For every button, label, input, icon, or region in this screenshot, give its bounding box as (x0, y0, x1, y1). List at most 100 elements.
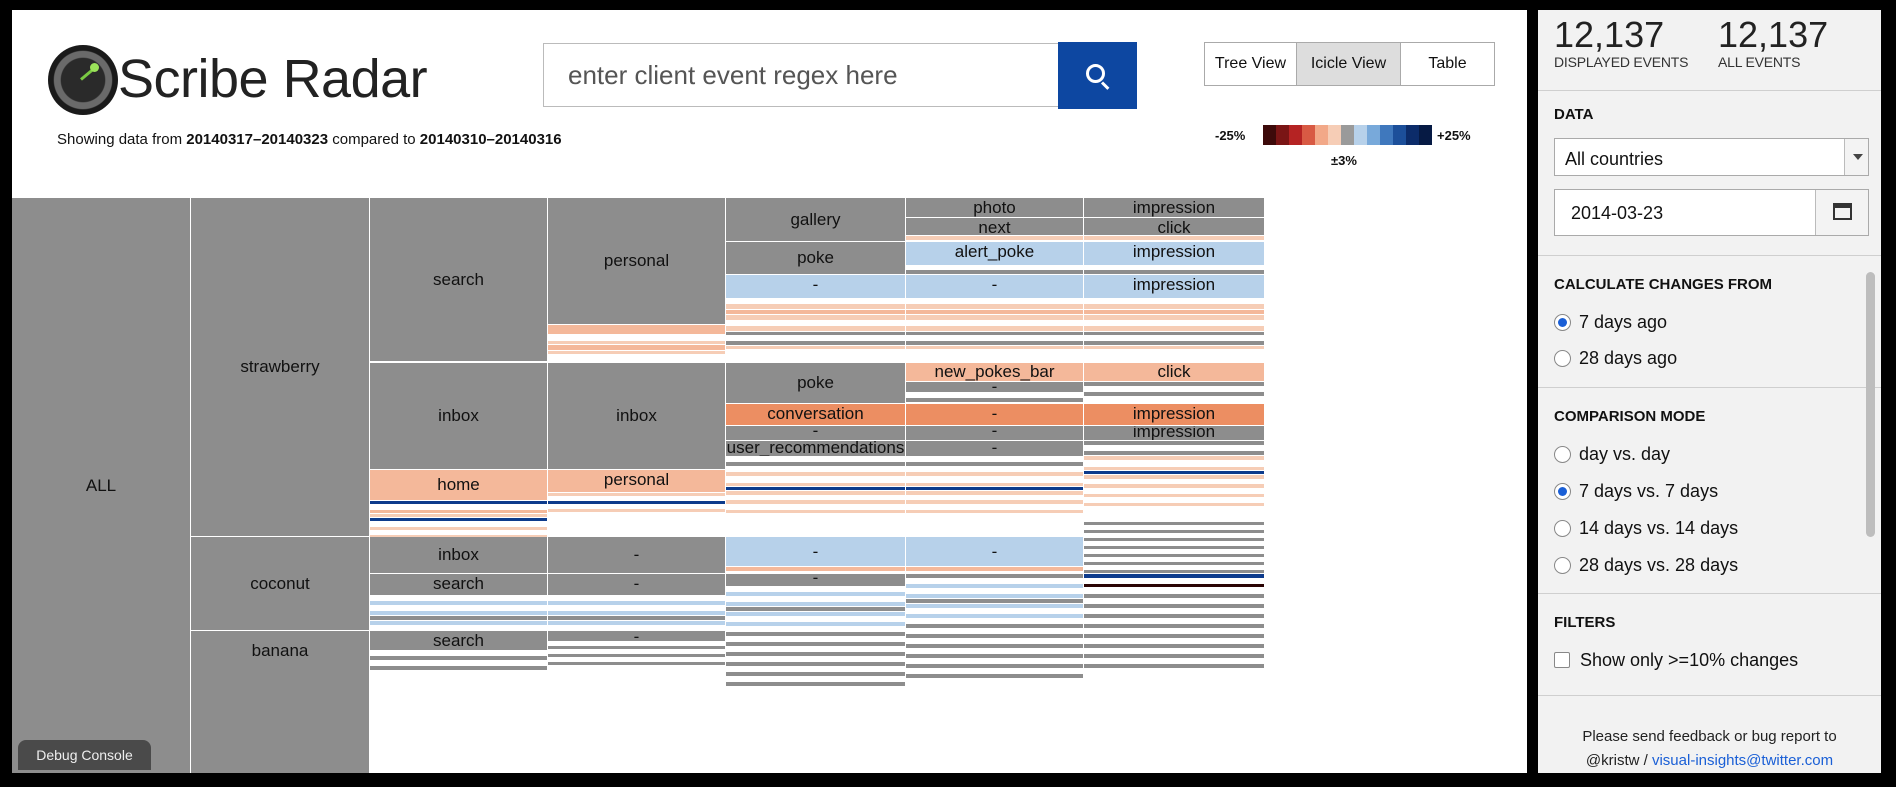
node-slice[interactable] (726, 677, 905, 681)
node-conversation[interactable]: conversation (726, 404, 905, 425)
node-slice[interactable] (906, 315, 1083, 320)
node-all[interactable]: ALL (12, 198, 190, 773)
node-slice[interactable] (726, 597, 905, 601)
node-slice[interactable] (906, 659, 1083, 663)
node-dash[interactable]: - (548, 537, 725, 573)
node-slice[interactable] (548, 493, 725, 496)
node-slice[interactable] (1084, 498, 1264, 502)
node-slice[interactable] (1084, 461, 1264, 466)
filter-10-percent-checkbox[interactable]: Show only >=10% changes (1554, 648, 1798, 672)
node-slice[interactable] (1084, 451, 1264, 455)
node-slice[interactable] (548, 642, 725, 645)
node-slice[interactable] (906, 487, 1083, 490)
node-slice[interactable] (1084, 584, 1264, 587)
checkbox-icon[interactable] (1554, 652, 1570, 668)
node-personal[interactable]: personal (548, 198, 725, 324)
node-slice[interactable] (1084, 341, 1264, 345)
node-slice[interactable] (548, 345, 725, 350)
node-slice[interactable] (726, 637, 905, 641)
node-search[interactable]: search (370, 631, 547, 650)
node-slice[interactable] (906, 579, 1083, 583)
node-slice[interactable] (726, 657, 905, 661)
node-slice[interactable] (726, 500, 905, 504)
node-gallery[interactable]: gallery (726, 198, 905, 241)
radio-icon[interactable] (1554, 519, 1571, 537)
node-slice[interactable] (726, 592, 905, 596)
node-slice[interactable] (370, 518, 547, 521)
node-slice[interactable] (906, 514, 1083, 518)
node-alert-poke[interactable]: alert_poke (906, 242, 1083, 265)
node-slice[interactable] (1084, 270, 1264, 274)
node-slice[interactable] (726, 321, 905, 325)
node-dash[interactable]: - (906, 426, 1083, 440)
node-impression[interactable]: impression (1084, 198, 1264, 217)
node-slice[interactable] (370, 621, 547, 625)
node-slice[interactable] (1084, 570, 1264, 573)
node-slice[interactable] (548, 662, 725, 665)
node-slice[interactable] (726, 462, 905, 466)
node-slice[interactable] (548, 325, 725, 334)
calendar-icon[interactable] (1815, 190, 1868, 235)
radio-icon[interactable] (1554, 445, 1571, 463)
node-inbox[interactable]: inbox (370, 537, 547, 573)
node-slice[interactable] (906, 674, 1083, 678)
node-slice[interactable] (906, 639, 1083, 643)
node-slice[interactable] (906, 510, 1083, 513)
node-slice[interactable] (726, 332, 905, 335)
node-slice[interactable] (548, 654, 725, 657)
node-dash[interactable]: - (906, 404, 1083, 425)
node-slice[interactable] (370, 606, 547, 610)
node-dash[interactable]: - (906, 275, 1083, 298)
node-slice[interactable] (1084, 579, 1264, 583)
node-slice[interactable] (726, 514, 905, 518)
node-poke[interactable]: poke (726, 242, 905, 274)
node-slice[interactable] (906, 266, 1083, 269)
node-slice[interactable] (906, 496, 1083, 499)
node-slice[interactable] (1084, 397, 1264, 401)
node-slice[interactable] (370, 514, 547, 517)
node-slice[interactable] (726, 652, 905, 656)
node-slice[interactable] (906, 457, 1083, 461)
node-slice[interactable] (726, 607, 905, 611)
node-slice[interactable] (1084, 441, 1264, 445)
node-slice[interactable] (548, 497, 725, 500)
node-slice[interactable] (1084, 659, 1264, 663)
node-slice[interactable] (370, 531, 547, 534)
node-slice[interactable] (370, 522, 547, 526)
node-slice[interactable] (906, 609, 1083, 613)
node-slice[interactable] (726, 341, 905, 345)
node-slice[interactable] (1084, 664, 1264, 668)
node-slice[interactable] (906, 500, 1083, 504)
node-slice[interactable] (906, 304, 1083, 309)
node-slice[interactable] (370, 616, 547, 620)
node-slice[interactable] (726, 617, 905, 621)
node-slice[interactable] (906, 644, 1083, 648)
icicle-view-button[interactable]: Icicle View (1297, 43, 1401, 85)
node-slice[interactable] (1084, 634, 1264, 638)
node-slice[interactable] (906, 604, 1083, 608)
node-slice[interactable] (1084, 336, 1264, 340)
node-slice[interactable] (1084, 304, 1264, 309)
node-impression[interactable]: impression (1084, 404, 1264, 425)
search-button[interactable] (1058, 42, 1137, 109)
node-slice[interactable] (726, 642, 905, 646)
node-slice[interactable] (906, 299, 1083, 303)
node-slice[interactable] (1084, 266, 1264, 269)
radio-icon[interactable] (1554, 556, 1571, 574)
node-slice[interactable] (370, 661, 547, 665)
node-slice[interactable] (726, 467, 905, 471)
node-slice[interactable] (906, 664, 1083, 668)
node-slice[interactable] (1084, 594, 1264, 598)
node-slice[interactable] (906, 472, 1083, 476)
comparison-option-28-days[interactable]: 28 days vs. 28 days (1554, 553, 1738, 577)
node-slice[interactable] (726, 477, 905, 482)
node-slice[interactable] (1084, 503, 1264, 506)
node-dash[interactable]: - (726, 275, 905, 298)
node-slice[interactable] (1084, 554, 1264, 557)
node-slice[interactable] (726, 315, 905, 320)
node-slice[interactable] (1084, 614, 1264, 618)
node-impression[interactable]: impression (1084, 242, 1264, 265)
node-slice[interactable] (726, 587, 905, 591)
node-slice[interactable] (370, 651, 547, 655)
node-slice[interactable] (548, 646, 725, 649)
